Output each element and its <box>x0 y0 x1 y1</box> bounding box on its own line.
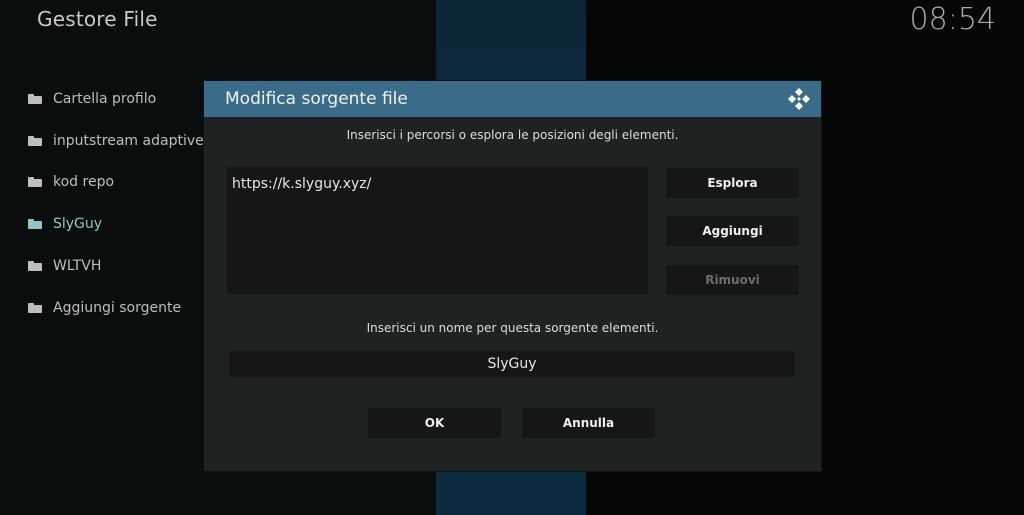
source-item-label: inputstream adaptive <box>53 133 204 149</box>
folder-icon <box>28 94 42 104</box>
source-item-aggiungi-sorgente[interactable]: Aggiungi sorgente <box>28 294 181 322</box>
ok-button[interactable]: OK <box>368 408 501 438</box>
paths-list[interactable]: https://k.slyguy.xyz/ <box>227 167 648 294</box>
folder-icon <box>28 303 42 313</box>
source-item-kod-repo[interactable]: kod repo <box>28 168 114 196</box>
paths-instruction: Inserisci i percorsi o esplora le posizi… <box>346 128 679 142</box>
folder-icon <box>28 261 42 271</box>
name-instruction: Inserisci un nome per questa sorgente el… <box>366 321 659 335</box>
source-item-inputstream-adaptive[interactable]: inputstream adaptive <box>28 127 204 155</box>
add-path-button[interactable]: Aggiungi <box>666 216 799 246</box>
source-item-label: SlyGuy <box>53 216 103 232</box>
source-item-label: Cartella profilo <box>53 91 157 107</box>
source-item-label: Aggiungi sorgente <box>53 300 182 316</box>
kodi-logo-icon <box>788 88 810 110</box>
source-item-label: kod repo <box>53 174 115 190</box>
browse-button[interactable]: Esplora <box>666 168 799 198</box>
folder-icon <box>28 219 42 229</box>
clock: 08:54 <box>909 2 996 37</box>
folder-icon <box>28 136 42 146</box>
dialog-title: Modifica sorgente file <box>225 89 408 109</box>
edit-source-dialog: Modifica sorgente file Inserisci i perco… <box>204 81 821 471</box>
source-name-field[interactable]: SlyGuy <box>229 351 795 377</box>
source-item-wltvh[interactable]: WLTVH <box>28 252 101 280</box>
source-item-cartella-profilo[interactable]: Cartella profilo <box>28 85 156 113</box>
source-item-label: WLTVH <box>53 258 102 274</box>
source-item-slyguy[interactable]: SlyGuy <box>28 210 102 238</box>
dialog-header: Modifica sorgente file <box>204 81 821 117</box>
remove-path-button[interactable]: Rimuovi <box>666 265 799 295</box>
page-title: Gestore File <box>37 7 158 31</box>
path-item[interactable]: https://k.slyguy.xyz/ <box>232 176 371 192</box>
folder-icon <box>28 177 42 187</box>
cancel-button[interactable]: Annulla <box>522 408 655 438</box>
